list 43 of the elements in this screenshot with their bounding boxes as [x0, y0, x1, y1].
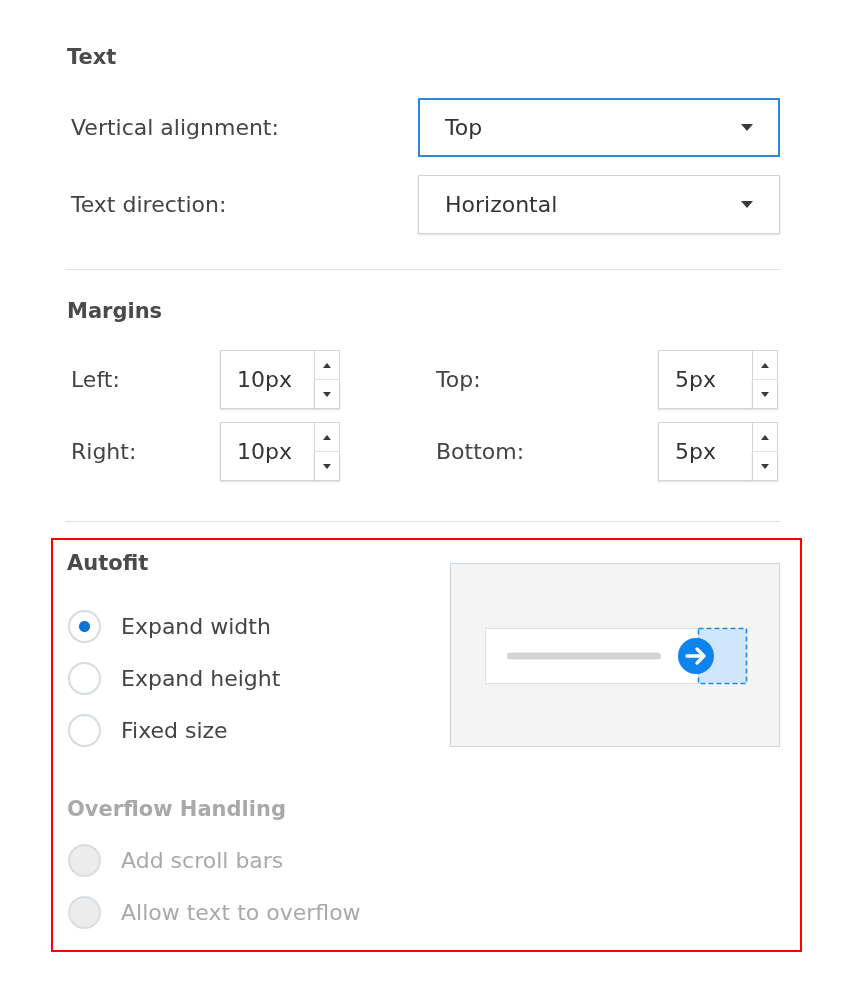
caret-down-icon [323, 463, 331, 469]
caret-up-icon [323, 434, 331, 440]
caret-down-icon [761, 391, 769, 397]
section-heading: Autofit [67, 550, 149, 577]
spin-down-button[interactable] [314, 380, 340, 409]
radio-button[interactable] [68, 713, 101, 747]
dropdown[interactable]: Top [418, 98, 780, 157]
number-field[interactable]: 10px [220, 422, 314, 481]
field-label: Top: [436, 365, 481, 394]
caret-up-icon [761, 362, 769, 368]
spin-up-button[interactable] [752, 422, 778, 452]
radio-label: Expand width [121, 613, 271, 639]
section-heading: Overflow Handling [67, 796, 286, 823]
radio-button[interactable] [68, 661, 101, 695]
number-field[interactable]: 10px [220, 350, 314, 409]
caret-down-icon [741, 124, 753, 131]
spin-down-button[interactable] [752, 452, 778, 481]
field-label: Right: [71, 437, 137, 466]
caret-up-icon [323, 362, 331, 368]
field-label: Left: [71, 365, 120, 394]
spin-down-button[interactable] [752, 380, 778, 409]
number-field[interactable]: 5px [658, 350, 752, 409]
spin-up-button[interactable] [314, 422, 340, 452]
arrow-right-icon [678, 638, 714, 674]
caret-down-icon [741, 201, 753, 208]
section-heading: Text [67, 44, 117, 71]
spin-up-button[interactable] [314, 350, 340, 380]
caret-up-icon [761, 434, 769, 440]
caret-down-icon [323, 391, 331, 397]
number-field[interactable]: 5px [658, 422, 752, 481]
radio-label: Expand height [121, 665, 281, 691]
radio-label: Allow text to overflow [121, 899, 361, 925]
field-label: Text direction: [71, 190, 227, 219]
radio-label: Add scroll bars [121, 847, 284, 873]
caret-down-icon [761, 463, 769, 469]
spin-up-button[interactable] [752, 350, 778, 380]
section-heading: Margins [67, 298, 163, 325]
field-label: Bottom: [436, 437, 525, 466]
radio-button[interactable] [68, 609, 101, 643]
field-label: Vertical alignment: [71, 113, 279, 142]
dropdown[interactable]: Horizontal [418, 175, 780, 234]
spin-down-button[interactable] [314, 452, 340, 481]
radio-label: Fixed size [121, 717, 228, 743]
